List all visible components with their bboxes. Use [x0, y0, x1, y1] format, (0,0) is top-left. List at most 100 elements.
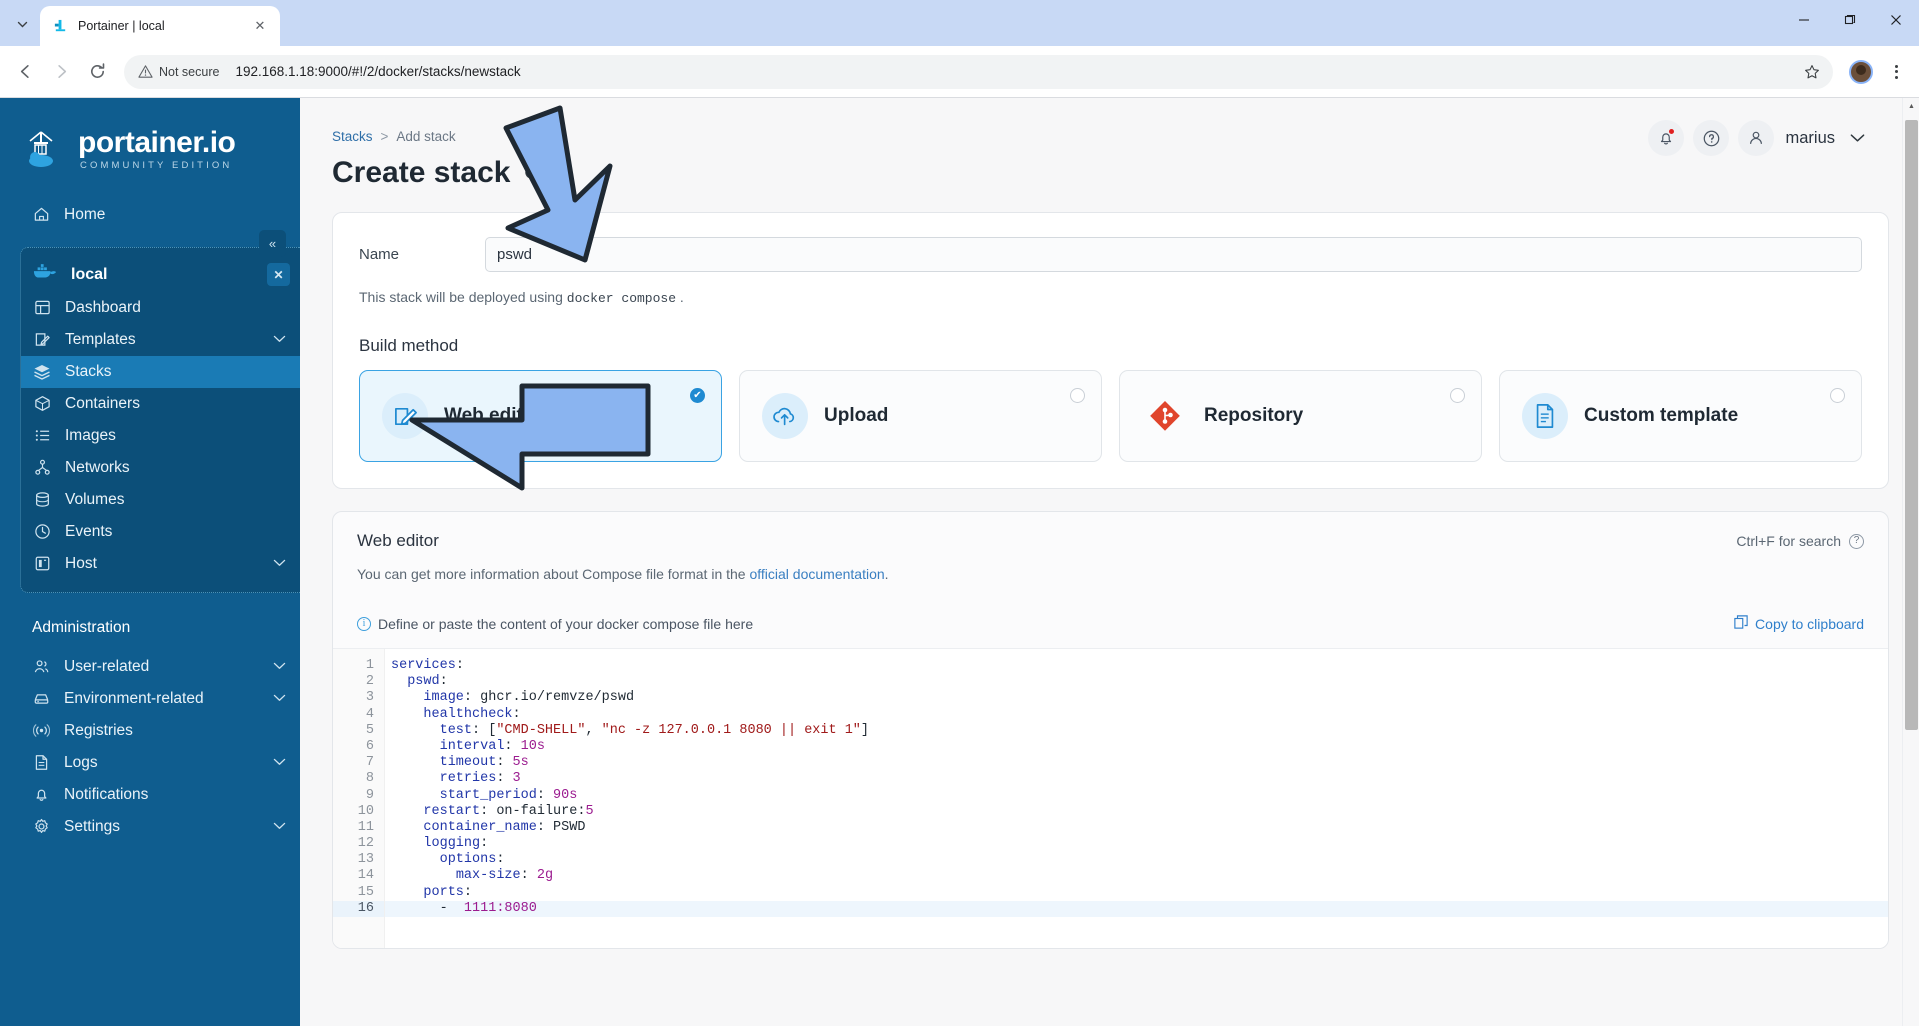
sidebar-item-notifications[interactable]: Notifications — [20, 779, 300, 811]
sidebar-environment-header[interactable]: local ✕ — [21, 258, 300, 292]
sidebar-item-user-related[interactable]: User-related — [20, 651, 300, 683]
build-method-custom-template[interactable]: Custom template — [1499, 370, 1862, 462]
sidebar-item-label: Settings — [64, 817, 121, 835]
help-button[interactable] — [1693, 120, 1730, 156]
sidebar-item-dashboard[interactable]: Dashboard — [21, 292, 300, 324]
sidebar-item-templates[interactable]: Templates — [21, 324, 300, 356]
networks-icon — [33, 459, 51, 477]
events-clock-icon — [33, 523, 51, 541]
portainer-logo[interactable]: portainer.io COMMUNITY EDITION — [0, 112, 300, 181]
bookmark-star-icon[interactable] — [1797, 57, 1827, 87]
code-line[interactable]: - 1111:8080 — [385, 900, 1888, 917]
build-method-radio[interactable] — [1450, 388, 1465, 403]
sidebar-item-host[interactable]: Host — [21, 548, 300, 580]
three-dot-menu-icon[interactable] — [1881, 55, 1911, 89]
minimize-button[interactable] — [1781, 0, 1827, 40]
sidebar-item-images[interactable]: Images — [21, 420, 300, 452]
chevron-down-icon[interactable] — [273, 558, 286, 570]
close-window-button[interactable] — [1873, 0, 1919, 40]
sidebar-item-label: Containers — [65, 394, 140, 412]
sidebar-item-containers[interactable]: Containers — [21, 388, 300, 420]
copy-to-clipboard-button[interactable]: Copy to clipboard — [1734, 615, 1864, 632]
sidebar-item-registries[interactable]: Registries — [20, 715, 300, 747]
sidebar-item-environment-related[interactable]: Environment-related — [20, 683, 300, 715]
sidebar-item-label: Images — [65, 426, 116, 444]
users-icon — [32, 658, 50, 676]
page-scrollbar[interactable]: ▲ — [1902, 98, 1919, 1026]
build-method-web-editor[interactable]: Web editor ✔ — [359, 370, 722, 462]
code-line[interactable]: interval: 10s — [385, 739, 1888, 755]
code-content[interactable]: services: pswd: image: ghcr.io/remvze/ps… — [385, 649, 1888, 948]
scrollbar-thumb[interactable] — [1905, 120, 1918, 730]
code-line[interactable]: container_name: PSWD — [385, 820, 1888, 836]
scrollbar-up-arrow[interactable]: ▲ — [1903, 98, 1919, 115]
sidebar-item-stacks[interactable]: Stacks — [21, 355, 300, 388]
line-number: 6 — [365, 738, 374, 754]
reload-button-icon[interactable] — [80, 55, 114, 89]
window-controls — [1781, 0, 1919, 40]
line-number: 8 — [365, 771, 374, 787]
build-method-label: Custom template — [1584, 405, 1739, 426]
code-line[interactable]: logging: — [385, 836, 1888, 852]
browser-tab[interactable]: Portainer | local ✕ — [40, 6, 280, 46]
omnibox[interactable]: Not secure 192.168.1.18:9000/#!/2/docker… — [124, 54, 1833, 89]
chevron-down-icon[interactable] — [273, 821, 286, 833]
code-line[interactable]: ports: — [385, 885, 1888, 901]
chevron-down-icon[interactable] — [273, 334, 286, 346]
registries-icon — [32, 722, 50, 740]
sidebar-item-events[interactable]: Events — [21, 516, 300, 548]
code-line[interactable]: max-size: 2g — [385, 868, 1888, 884]
code-line[interactable]: retries: 3 — [385, 771, 1888, 787]
chevron-down-icon[interactable] — [1850, 131, 1865, 146]
forward-button-icon[interactable] — [44, 55, 78, 89]
chevron-down-icon[interactable] — [273, 661, 286, 673]
notifications-button[interactable] — [1648, 120, 1685, 156]
line-number: 4 — [365, 706, 374, 722]
back-button-icon[interactable] — [8, 55, 42, 89]
code-line[interactable]: services: — [385, 658, 1888, 674]
code-line[interactable]: healthcheck: — [385, 707, 1888, 723]
sidebar-item-logs[interactable]: Logs — [20, 747, 300, 779]
sidebar-collapse-button[interactable]: « — [259, 230, 286, 257]
chevron-down-icon[interactable] — [273, 757, 286, 769]
code-line[interactable]: test: ["CMD-SHELL", "nc -z 127.0.0.1 808… — [385, 723, 1888, 739]
official-documentation-link[interactable]: official documentation — [749, 566, 884, 582]
tab-list-chevron-icon[interactable] — [4, 6, 40, 42]
stack-name-input[interactable] — [485, 237, 1862, 272]
chevron-down-icon[interactable] — [273, 693, 286, 705]
code-line[interactable]: timeout: 5s — [385, 755, 1888, 771]
build-method-radio[interactable] — [1070, 388, 1085, 403]
code-line[interactable]: options: — [385, 852, 1888, 868]
custom-template-document-icon — [1522, 393, 1568, 439]
code-line[interactable]: pswd: — [385, 674, 1888, 690]
tab-title: Portainer | local — [78, 19, 165, 33]
maximize-button[interactable] — [1827, 0, 1873, 40]
username-label[interactable]: marius — [1785, 129, 1835, 148]
build-method-upload[interactable]: Upload — [739, 370, 1102, 462]
sidebar-item-networks[interactable]: Networks — [21, 452, 300, 484]
sidebar-item-label: Volumes — [65, 490, 125, 508]
user-avatar-icon[interactable] — [1738, 120, 1775, 156]
question-circle-icon[interactable]: ? — [1849, 533, 1864, 549]
address-bar-url[interactable]: 192.168.1.18:9000/#!/2/docker/stacks/new… — [235, 64, 1789, 79]
portainer-favicon-icon — [52, 18, 69, 35]
build-method-radio[interactable] — [1830, 388, 1845, 403]
security-status[interactable]: Not secure — [138, 64, 227, 79]
sidebar-environment-close-icon[interactable]: ✕ — [267, 263, 290, 286]
sidebar-item-settings[interactable]: Settings — [20, 811, 300, 843]
build-method-repository[interactable]: Repository — [1119, 370, 1482, 462]
code-line[interactable]: image: ghcr.io/remvze/pswd — [385, 690, 1888, 706]
breadcrumb-separator: > — [380, 129, 389, 144]
breadcrumb-parent[interactable]: Stacks — [332, 129, 373, 144]
sidebar-item-label: Notifications — [64, 785, 149, 803]
build-method-radio-checked[interactable]: ✔ — [690, 388, 705, 403]
breadcrumb: Stacks > Add stack — [332, 98, 456, 144]
line-number: 12 — [357, 836, 374, 852]
profile-avatar[interactable] — [1849, 59, 1873, 84]
code-editor[interactable]: 1 2 3 4 5 6 7 8 9 10 11 12 13 14 15 16 services: pswd: … — [333, 648, 1888, 948]
code-line[interactable]: restart: on-failure:5 — [385, 804, 1888, 820]
tab-close-icon[interactable]: ✕ — [250, 16, 270, 36]
sidebar-item-home[interactable]: Home — [20, 199, 300, 231]
sidebar-item-volumes[interactable]: Volumes — [21, 484, 300, 516]
code-line[interactable]: start_period: 90s — [385, 788, 1888, 804]
